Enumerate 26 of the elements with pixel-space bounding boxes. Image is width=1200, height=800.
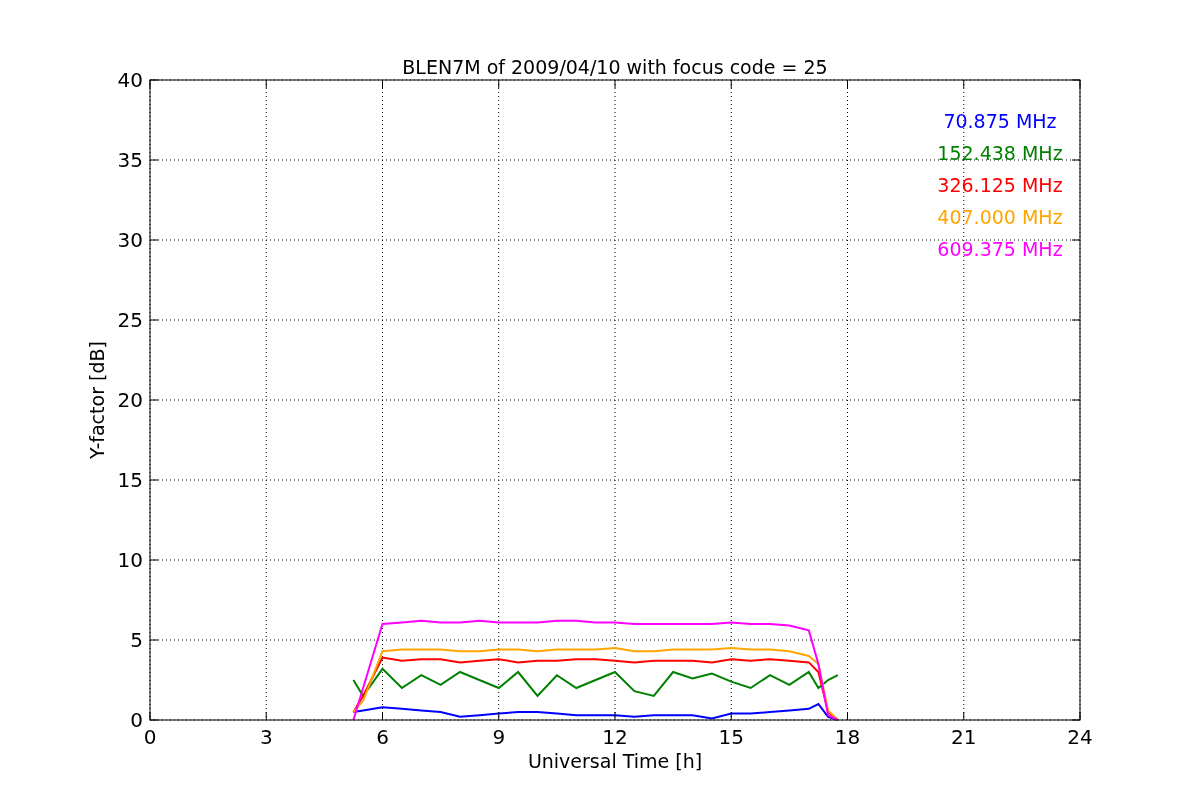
- legend-entry: 152.438 MHz: [937, 142, 1063, 164]
- tick-label: 15: [117, 468, 143, 492]
- tick-label: 3: [259, 725, 273, 749]
- tick-label: 21: [951, 725, 977, 749]
- legend-entry: 407.000 MHz: [937, 206, 1063, 228]
- tick-label: 25: [117, 308, 143, 332]
- tick-label: 30: [117, 228, 143, 252]
- tick-label: 0: [143, 725, 157, 749]
- tick-label: 35: [117, 148, 143, 172]
- tick-label: 0: [130, 708, 143, 732]
- y-axis-label: Y-factor [dB]: [86, 341, 108, 459]
- chart-title: BLEN7M of 2009/04/10 with focus code = 25: [402, 56, 828, 78]
- tick-label: 40: [117, 68, 143, 92]
- tick-label: 18: [834, 725, 861, 749]
- tick-label: 12: [602, 725, 628, 749]
- tick-label: 15: [718, 725, 744, 749]
- tick-label: 24: [1067, 725, 1093, 749]
- tick-label: 5: [130, 628, 143, 652]
- tick-label: 20: [117, 388, 143, 412]
- legend-entry: 70.875 MHz: [943, 110, 1057, 132]
- tick-label: 10: [117, 548, 143, 572]
- x-axis-label: Universal Time [h]: [527, 750, 703, 772]
- tick-label: 9: [492, 725, 506, 749]
- tick-label: 6: [376, 725, 389, 749]
- legend-entry: 326.125 MHz: [937, 174, 1063, 196]
- legend-entry: 609.375 MHz: [937, 238, 1063, 260]
